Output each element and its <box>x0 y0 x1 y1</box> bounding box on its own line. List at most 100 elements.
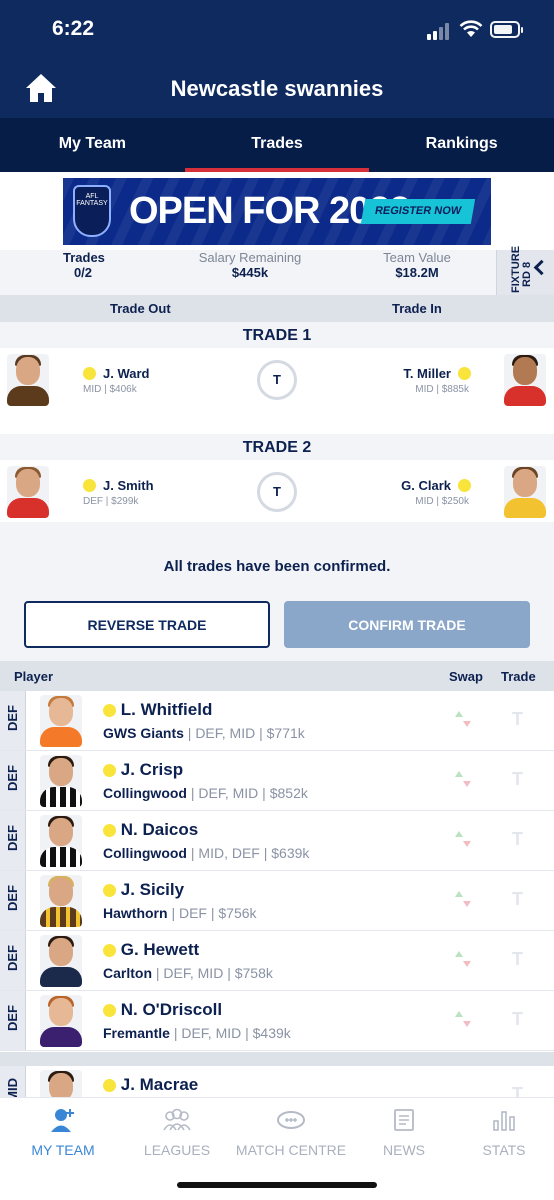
status-dot-icon <box>103 1004 116 1017</box>
trade-icon[interactable]: T <box>512 709 523 730</box>
position-tag: DEF <box>0 751 26 810</box>
player-row[interactable]: DEF N. Daicos Collingwood | MID, DEF | $… <box>0 811 554 871</box>
trade-swap-icon[interactable]: T <box>257 472 297 512</box>
trade-in-player-name[interactable]: G. Clark <box>401 478 451 493</box>
status-dot-icon <box>103 1079 116 1092</box>
tab-my-team[interactable]: My Team <box>0 118 185 172</box>
trade-in-player-meta: MID | $885k <box>415 384 469 395</box>
player-photo-avatar <box>504 466 546 518</box>
tab-bar: My Team Trades Rankings <box>0 118 554 172</box>
status-dot-icon <box>458 479 471 492</box>
fixture-label: FIXTURE RD 8 <box>510 245 533 293</box>
trade-in-player-meta: MID | $250k <box>415 496 469 507</box>
swap-icon[interactable] <box>453 711 473 731</box>
player-name[interactable]: N. O'Driscoll <box>103 1000 222 1020</box>
chevron-left-icon <box>533 259 550 276</box>
status-dot-icon <box>103 884 116 897</box>
trade-out-player-meta: DEF | $299k <box>83 496 139 507</box>
player-photo-avatar <box>40 815 82 867</box>
player-photo-avatar <box>7 466 49 518</box>
trade-column-header: Trade <box>501 669 536 684</box>
home-indicator <box>177 1182 377 1188</box>
player-photo-avatar <box>40 995 82 1047</box>
reverse-trade-button[interactable]: REVERSE TRADE <box>24 601 270 648</box>
player-info: Collingwood | DEF, MID | $852k <box>103 785 308 801</box>
trade-row: J. Ward MID | $406k T T. Miller MID | $8… <box>0 348 554 410</box>
salary-remaining: Salary Remaining $445k <box>198 250 302 280</box>
group-icon <box>122 1106 232 1134</box>
status-time: 6:22 <box>52 17 95 40</box>
confirm-trade-button[interactable]: CONFIRM TRADE <box>284 601 530 648</box>
trade-out-player-name[interactable]: J. Ward <box>103 366 149 381</box>
nav-leagues[interactable]: LEAGUES <box>122 1106 232 1158</box>
position-tag: DEF <box>0 691 26 750</box>
player-row[interactable]: DEF N. O'Driscoll Fremantle | DEF, MID |… <box>0 991 554 1051</box>
player-row[interactable]: DEF L. Whitfield GWS Giants | DEF, MID |… <box>0 691 554 751</box>
section-divider <box>0 1052 554 1066</box>
trade-icon[interactable]: T <box>512 949 523 970</box>
team-title: Newcastle swannies <box>170 76 384 101</box>
player-name[interactable]: L. Whitfield <box>103 700 212 720</box>
player-info: Carlton | DEF, MID | $758k <box>103 965 273 981</box>
player-info: GWS Giants | DEF, MID | $771k <box>103 725 305 741</box>
football-icon <box>230 1106 352 1134</box>
position-tag: DEF <box>0 931 26 990</box>
trade-row: J. Smith DEF | $299k T G. Clark MID | $2… <box>0 460 554 522</box>
position-tag: DEF <box>0 991 26 1050</box>
promo-banner[interactable]: AFL FANTASY OPEN FOR 2022 REGISTER NOW <box>63 178 491 245</box>
player-info: Fremantle | DEF, MID | $439k <box>103 1025 291 1041</box>
nav-news[interactable]: NEWS <box>349 1106 459 1158</box>
player-name[interactable]: N. Daicos <box>103 820 198 840</box>
status-dot-icon <box>103 944 116 957</box>
trade-out-player-name[interactable]: J. Smith <box>103 478 154 493</box>
user-plus-icon <box>8 1106 118 1134</box>
app-header: Newcastle swannies <box>0 62 554 118</box>
player-name[interactable]: G. Hewett <box>103 940 199 960</box>
trade-in-header: Trade In <box>392 301 442 316</box>
player-row[interactable]: DEF J. Crisp Collingwood | DEF, MID | $8… <box>0 751 554 811</box>
tab-trades[interactable]: Trades <box>184 118 370 172</box>
position-tag: DEF <box>0 811 26 870</box>
player-name[interactable]: J. Sicily <box>103 880 184 900</box>
player-row[interactable]: DEF J. Sicily Hawthorn | DEF | $756k T <box>0 871 554 931</box>
status-dot-icon <box>83 479 96 492</box>
status-dot-icon <box>83 367 96 380</box>
nav-match-centre[interactable]: MATCH CENTRE <box>230 1106 352 1158</box>
team-value: Team Value $18.2M <box>383 250 451 280</box>
trade-summary: Trades 0/2 Salary Remaining $445k Team V… <box>0 250 554 295</box>
wifi-icon <box>459 20 483 37</box>
register-now-button[interactable]: REGISTER NOW <box>360 199 476 224</box>
bar-chart-icon <box>449 1106 554 1134</box>
confirm-message: All trades have been confirmed. <box>163 558 391 575</box>
status-dot-icon <box>103 764 116 777</box>
player-photo-avatar <box>504 354 546 406</box>
trade-swap-icon[interactable]: T <box>257 360 297 400</box>
battery-icon <box>490 21 523 38</box>
player-row[interactable]: DEF G. Hewett Carlton | DEF, MID | $758k… <box>0 931 554 991</box>
trade-icon[interactable]: T <box>512 769 523 790</box>
position-tag: DEF <box>0 871 26 930</box>
trades-count: Trades 0/2 <box>63 250 105 280</box>
player-column-header: Player <box>14 669 54 684</box>
swap-icon[interactable] <box>453 771 473 791</box>
player-photo-avatar <box>40 695 82 747</box>
player-info: Collingwood | MID, DEF | $639k <box>103 845 310 861</box>
nav-stats[interactable]: STATS <box>449 1106 554 1158</box>
nav-my-team[interactable]: MY TEAM <box>8 1106 118 1158</box>
swap-icon[interactable] <box>453 891 473 911</box>
fixture-toggle[interactable]: FIXTURE RD 8 <box>496 245 554 295</box>
trade-icon[interactable]: T <box>512 889 523 910</box>
swap-icon[interactable] <box>453 1011 473 1031</box>
trade-out-header: Trade Out <box>110 301 171 316</box>
trade-icon[interactable]: T <box>512 829 523 850</box>
player-photo-avatar <box>40 875 82 927</box>
trade-icon[interactable]: T <box>512 1009 523 1030</box>
player-photo-avatar <box>7 354 49 406</box>
afl-fantasy-logo: AFL FANTASY <box>73 185 111 237</box>
swap-icon[interactable] <box>453 831 473 851</box>
player-name[interactable]: J. Crisp <box>103 760 183 780</box>
player-name[interactable]: J. Macrae <box>103 1075 198 1095</box>
tab-rankings[interactable]: Rankings <box>369 118 554 172</box>
swap-icon[interactable] <box>453 951 473 971</box>
trade-in-player-name[interactable]: T. Miller <box>403 366 451 381</box>
